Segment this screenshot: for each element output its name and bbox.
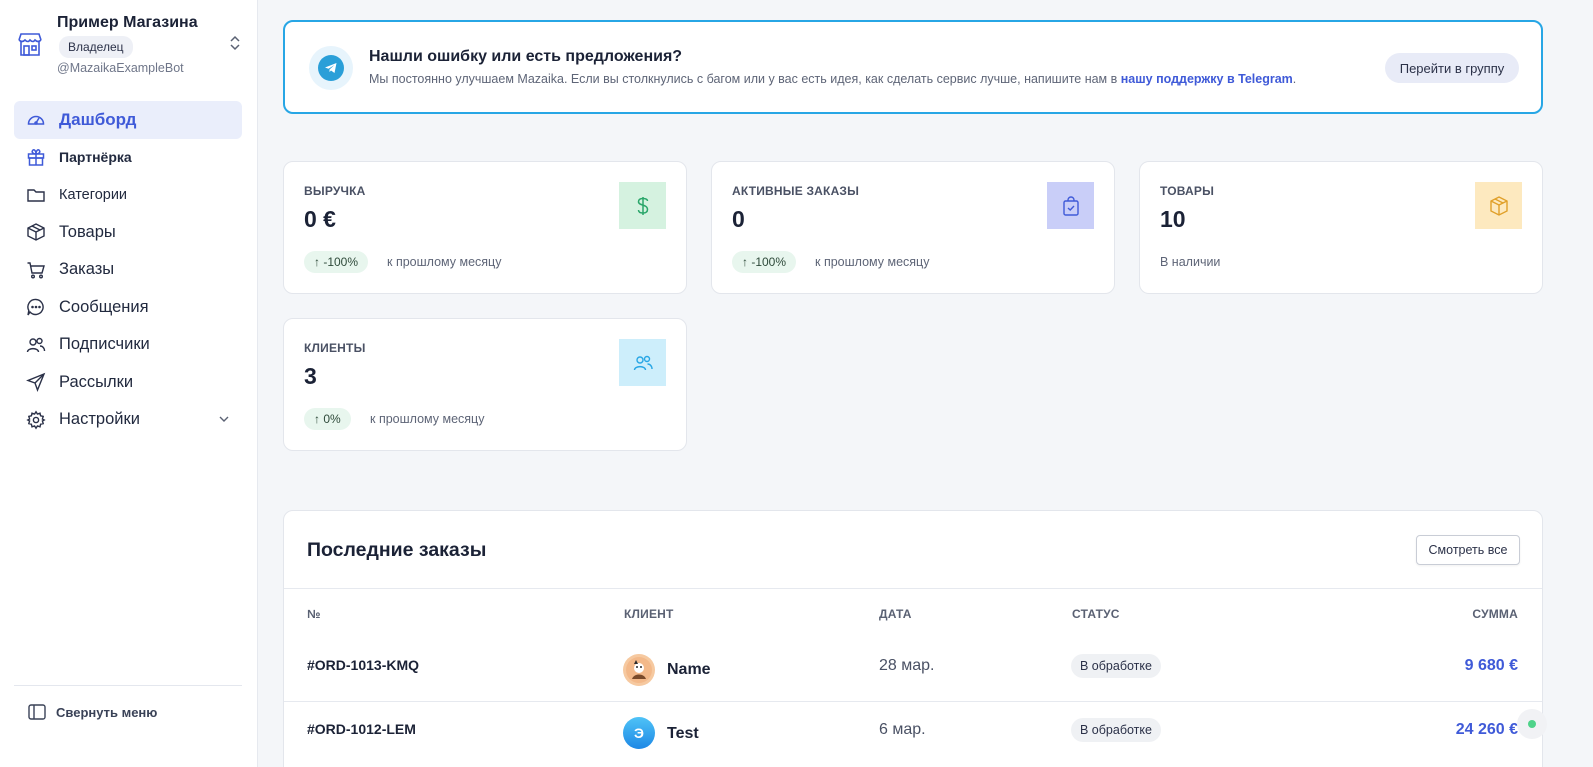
stat-title: АКТИВНЫЕ ЗАКАЗЫ: [732, 184, 860, 198]
stat-card-products: ТОВАРЫ 10 В наличии: [1139, 161, 1543, 294]
order-id: #ORD-1012-LEM: [307, 721, 416, 737]
collapse-menu-label: Свернуть меню: [56, 704, 158, 720]
folder-icon: [26, 185, 46, 205]
collapse-menu-button[interactable]: Свернуть меню: [14, 685, 242, 720]
stat-value: 0: [732, 206, 745, 232]
sidebar: Пример Магазина Владелец @MazaikaExample…: [0, 0, 258, 767]
trend-badge: ↑ -100%: [732, 251, 797, 273]
nav-label: Сообщения: [59, 297, 149, 316]
nav-label: Подписчики: [59, 335, 150, 354]
stat-title: ТОВАРЫ: [1160, 184, 1215, 198]
dollar-icon: [619, 182, 666, 229]
banner-title: Нашли ошибку или есть предложения?: [369, 48, 683, 65]
order-date: 28 мар.: [879, 657, 935, 674]
order-date: 6 мар.: [879, 721, 926, 738]
column-header-date: ДАТА: [879, 607, 912, 621]
status-dot: [1528, 720, 1536, 728]
divider: [284, 588, 1542, 589]
stat-compare: В наличии: [1160, 255, 1221, 269]
nav-label: Рассылки: [59, 372, 134, 391]
gauge-icon: [26, 110, 46, 130]
nav-label: Партнёрка: [59, 149, 132, 166]
banner-text-end: .: [1292, 72, 1297, 86]
nav-item-orders[interactable]: Заказы: [14, 251, 242, 289]
column-header-client: КЛИЕНТ: [624, 607, 674, 621]
users-icon: [619, 339, 666, 386]
stat-card-clients: КЛИЕНТЫ 3 ↑ 0% к прошлому месяцу: [283, 318, 687, 451]
nav-item-settings[interactable]: Настройки: [14, 401, 242, 439]
bot-username: @MazaikaExampleBot: [57, 61, 184, 75]
box-icon: [26, 222, 46, 242]
nav-label: Дашборд: [59, 109, 137, 129]
table-row[interactable]: #ORD-1012-LEM Э Test 6 мар. В обработке …: [284, 701, 1542, 765]
online-status-indicator[interactable]: [1517, 709, 1547, 739]
trend-badge: ↑ -100%: [304, 251, 369, 273]
cube-icon: [1475, 182, 1522, 229]
nav-label: Настройки: [59, 410, 140, 429]
banner-text-body: Мы постоянно улучшаем Mazaika. Если вы с…: [369, 72, 1118, 86]
trend-badge: ↑ 0%: [304, 408, 351, 430]
chevron-updown-icon[interactable]: [228, 34, 242, 52]
nav-item-mailings[interactable]: Рассылки: [14, 364, 242, 402]
nav-label: Категории: [59, 186, 128, 203]
column-header-number: №: [307, 607, 321, 621]
recent-orders-panel: Последние заказы Смотреть все № КЛИЕНТ Д…: [283, 510, 1543, 767]
chat-icon: [26, 297, 46, 317]
stat-value: 0 €: [304, 206, 336, 232]
client-name: Name: [667, 661, 711, 678]
stat-compare: к прошлому месяцу: [387, 255, 502, 269]
order-id: #ORD-1013-KMQ: [307, 657, 420, 673]
nav-label: Товары: [59, 222, 116, 241]
store-switcher[interactable]: Пример Магазина Владелец @MazaikaExample…: [14, 12, 246, 82]
orders-title: Последние заказы: [307, 539, 487, 561]
nav-item-categories[interactable]: Категории: [14, 176, 242, 214]
role-badge: Владелец: [59, 36, 133, 58]
sidebar-toggle-icon: [28, 704, 46, 720]
users-icon: [26, 335, 46, 355]
nav-item-partners[interactable]: Партнёрка: [14, 139, 242, 177]
join-group-button[interactable]: Перейти в группу: [1385, 53, 1519, 83]
chevron-down-icon: [219, 416, 229, 422]
stat-card-active-orders: АКТИВНЫЕ ЗАКАЗЫ 0 ↑ -100% к прошлому мес…: [711, 161, 1115, 294]
order-sum: 24 260 €: [1455, 721, 1518, 738]
stat-value: 3: [304, 363, 317, 389]
main-nav: Дашборд Партнёрка Категории Товары Заказ…: [14, 101, 242, 439]
feedback-banner: Нашли ошибку или есть предложения? Мы по…: [283, 20, 1543, 114]
bag-icon: [1047, 182, 1094, 229]
store-icon: [18, 33, 42, 56]
gear-icon: [26, 410, 46, 430]
store-name: Пример Магазина: [57, 14, 198, 31]
avatar: Э: [623, 717, 655, 749]
nav-item-messages[interactable]: Сообщения: [14, 289, 242, 327]
cart-icon: [26, 260, 46, 280]
banner-text: Мы постоянно улучшаем Mazaika. Если вы с…: [369, 72, 1296, 86]
nav-item-dashboard[interactable]: Дашборд: [14, 101, 242, 139]
nav-item-products[interactable]: Товары: [14, 214, 242, 252]
stat-value: 10: [1160, 206, 1186, 232]
see-all-button[interactable]: Смотреть все: [1416, 535, 1520, 565]
gift-icon: [26, 147, 46, 167]
status-badge: В обработке: [1071, 654, 1161, 678]
avatar: [623, 654, 655, 686]
send-icon: [26, 372, 46, 393]
stat-title: КЛИЕНТЫ: [304, 341, 366, 355]
column-header-status: СТАТУС: [1072, 607, 1120, 621]
nav-label: Заказы: [59, 260, 115, 279]
nav-item-subscribers[interactable]: Подписчики: [14, 326, 242, 364]
telegram-icon: [309, 46, 353, 90]
stat-card-revenue: ВЫРУЧКА 0 € ↑ -100% к прошлому месяцу: [283, 161, 687, 294]
table-row[interactable]: #ORD-1013-KMQ Name 28 мар. В обработке 9…: [284, 637, 1542, 701]
stat-compare: к прошлому месяцу: [815, 255, 930, 269]
stat-compare: к прошлому месяцу: [370, 412, 485, 426]
client-name: Test: [667, 725, 699, 742]
order-sum: 9 680 €: [1464, 657, 1518, 674]
status-badge: В обработке: [1071, 718, 1161, 742]
stat-title: ВЫРУЧКА: [304, 184, 366, 198]
column-header-sum: СУММА: [1472, 607, 1518, 621]
support-link[interactable]: нашу поддержку в Telegram: [1121, 72, 1293, 86]
